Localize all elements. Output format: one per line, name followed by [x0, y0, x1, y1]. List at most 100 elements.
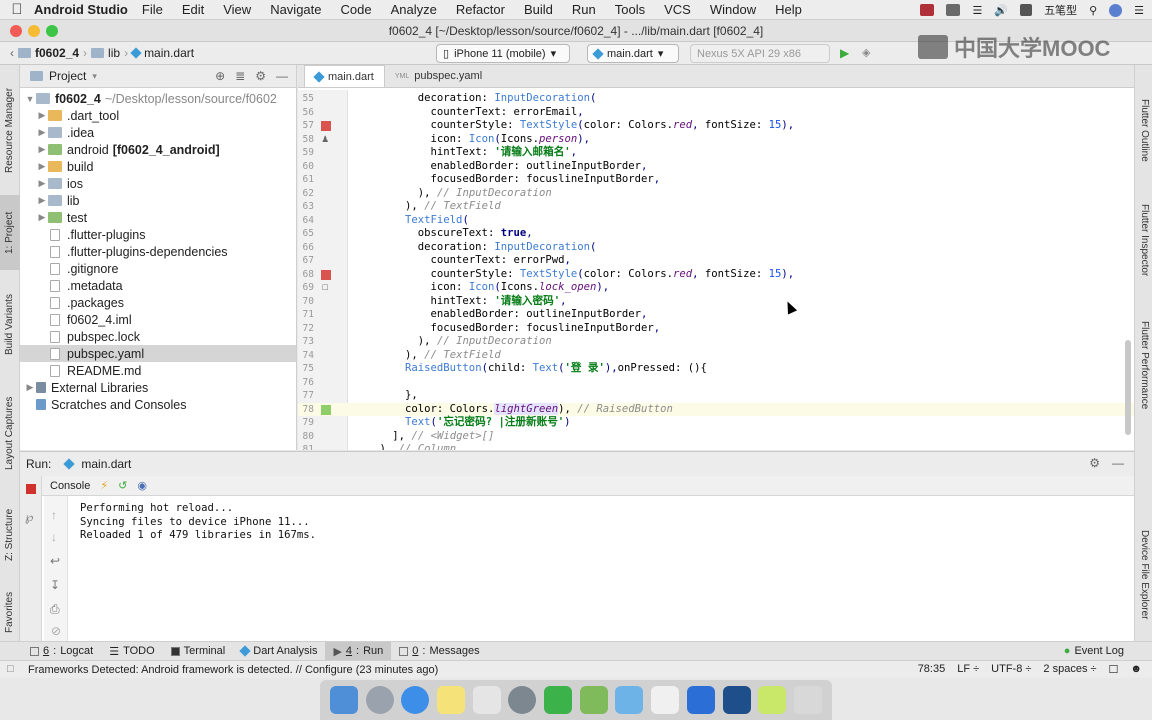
line-separator[interactable]: LF ÷ — [957, 663, 979, 676]
menu-file[interactable]: File — [142, 2, 163, 17]
menu-analyze[interactable]: Analyze — [391, 2, 437, 17]
chevron-right-icon[interactable]: ▶ — [36, 127, 48, 138]
tab-logcat[interactable]: 6: Logcat — [22, 642, 101, 661]
trash-icon[interactable] — [793, 686, 822, 714]
inspector-icon[interactable]: ☻ — [1130, 663, 1142, 676]
soft-wrap-icon[interactable]: ↩ — [50, 554, 60, 568]
tree-item[interactable]: .packages — [20, 294, 296, 311]
close-window-button[interactable] — [10, 25, 22, 37]
tab-structure[interactable]: Z: Structure — [0, 497, 20, 572]
locate-icon[interactable]: ⊕ — [215, 69, 225, 83]
notes-icon[interactable] — [436, 686, 465, 714]
tree-item[interactable]: .metadata — [20, 277, 296, 294]
network-icon[interactable] — [651, 686, 680, 714]
gear-icon[interactable]: ⚙ — [1089, 456, 1100, 470]
tree-item[interactable]: ▶ ios — [20, 175, 296, 192]
console-tab[interactable]: Console — [50, 480, 90, 492]
console-output[interactable]: Performing hot reload... Syncing files t… — [80, 502, 316, 543]
volume-icon[interactable]: 🔊 — [994, 4, 1008, 17]
tab-resource-manager[interactable]: Resource Manager — [0, 75, 20, 185]
collapse-icon[interactable]: ≣ — [235, 69, 245, 83]
status-icon[interactable]: □ — [7, 663, 14, 675]
menu-view[interactable]: View — [223, 2, 251, 17]
tab-project[interactable]: 1: Project — [0, 195, 20, 270]
tree-item[interactable]: .flutter-plugins-dependencies — [20, 243, 296, 260]
tree-item[interactable]: Scratches and Consoles — [20, 396, 296, 413]
android-studio-icon[interactable] — [579, 686, 608, 714]
hide-icon[interactable]: — — [276, 69, 288, 83]
finder-icon[interactable] — [329, 686, 358, 714]
tree-item[interactable]: .flutter-plugins — [20, 226, 296, 243]
status-message[interactable]: Frameworks Detected: Android framework i… — [28, 664, 438, 676]
tree-item[interactable]: ▶ android [f0602_4_android] — [20, 141, 296, 158]
arrow-up-icon[interactable]: ↑ — [51, 508, 57, 522]
tree-item[interactable]: .gitignore — [20, 260, 296, 277]
app-name[interactable]: Android Studio — [34, 2, 128, 17]
tree-item[interactable]: ▶ External Libraries — [20, 379, 296, 396]
menu-tools[interactable]: Tools — [615, 2, 645, 17]
tab-flutter-outline[interactable]: Flutter Outline — [1135, 90, 1152, 170]
gear-icon[interactable]: ⚙ — [255, 69, 266, 83]
clear-icon[interactable]: ⊘ — [51, 624, 61, 638]
tree-item[interactable]: README.md — [20, 362, 296, 379]
tree-item[interactable]: ▶ test — [20, 209, 296, 226]
screenshot-icon[interactable] — [472, 686, 501, 714]
folder-icon[interactable] — [615, 686, 644, 714]
file-encoding[interactable]: UTF-8 ÷ — [991, 663, 1031, 676]
menu-run[interactable]: Run — [572, 2, 596, 17]
vscode-icon[interactable] — [722, 686, 751, 714]
input-method-label[interactable]: 五笔型 — [1044, 2, 1077, 18]
hot-restart-icon[interactable]: ↺ — [118, 479, 127, 492]
chevron-down-icon[interactable]: ▾ — [92, 71, 97, 82]
minimize-window-button[interactable] — [28, 25, 40, 37]
tab-main-dart[interactable]: main.dart — [304, 65, 385, 87]
avd-selector[interactable]: Nexus 5X API 29 x86 — [690, 44, 830, 63]
tab-run[interactable]: ▶ 4: Run — [325, 641, 392, 661]
scroll-end-icon[interactable]: ↧ — [50, 578, 60, 592]
chevron-right-icon[interactable]: ▶ — [36, 212, 48, 223]
tab-flutter-performance[interactable]: Flutter Performance — [1135, 310, 1152, 420]
debug-icon[interactable]: ◈ — [862, 46, 870, 59]
event-log-button[interactable]: ● Event Log — [1056, 642, 1132, 661]
tab-device-file-explorer[interactable]: Device File Explorer — [1135, 517, 1152, 632]
project-panel-title[interactable]: Project — [49, 69, 86, 83]
tree-item[interactable]: ▶ .dart_tool — [20, 107, 296, 124]
file-icon[interactable] — [758, 686, 787, 714]
zoom-window-button[interactable] — [46, 25, 58, 37]
wifi-icon[interactable]: ☰ — [972, 4, 982, 17]
tab-todo[interactable]: ☰ TODO — [101, 642, 162, 661]
breadcrumb-project[interactable]: f0602_4 — [35, 46, 79, 60]
breadcrumb-lib[interactable]: lib — [108, 46, 120, 60]
recording-icon[interactable] — [920, 4, 935, 16]
menu-window[interactable]: Window — [710, 2, 756, 17]
tree-item[interactable]: ▶ lib — [20, 192, 296, 209]
menu-navigate[interactable]: Navigate — [270, 2, 321, 17]
tree-item-root[interactable]: ▼ f0602_4 ~/Desktop/lesson/source/f0602 — [20, 90, 296, 107]
print-icon[interactable]: ⎙ — [50, 602, 60, 617]
apple-icon[interactable]:  — [0, 1, 34, 18]
arrow-down-icon[interactable]: ↓ — [51, 530, 57, 544]
menu-refactor[interactable]: Refactor — [456, 2, 505, 17]
tree-item-selected[interactable]: pubspec.yaml — [20, 345, 296, 362]
chevron-right-icon[interactable]: ▶ — [36, 144, 48, 155]
tab-pubspec-yaml[interactable]: YML pubspec.yaml — [385, 65, 492, 87]
tree-item[interactable]: pubspec.lock — [20, 328, 296, 345]
chevron-right-icon[interactable]: ▶ — [24, 382, 36, 393]
devtools-icon[interactable]: ◉ — [137, 479, 147, 492]
word-icon[interactable] — [686, 686, 715, 714]
menu-code[interactable]: Code — [341, 2, 372, 17]
menu-icon[interactable]: ☰ — [1134, 4, 1144, 17]
menu-help[interactable]: Help — [775, 2, 802, 17]
chevron-left-icon[interactable]: ‹ — [10, 46, 14, 60]
tab-build-variants[interactable]: Build Variants — [0, 280, 20, 370]
chevron-right-icon[interactable]: ▶ — [36, 161, 48, 172]
tab-messages[interactable]: 0: Messages — [391, 642, 487, 661]
chevron-right-icon[interactable]: ▶ — [36, 195, 48, 206]
tab-favorites[interactable]: Favorites — [0, 585, 20, 640]
siri-icon[interactable] — [1109, 3, 1123, 17]
search-icon[interactable]: ⚲ — [1089, 4, 1097, 17]
caret-position[interactable]: 78:35 — [918, 663, 946, 676]
device-selector[interactable]: ▯ iPhone 11 (mobile) ▾ — [436, 44, 570, 63]
launchpad-icon[interactable] — [365, 686, 394, 714]
indent-setting[interactable]: 2 spaces ÷ — [1043, 663, 1096, 676]
